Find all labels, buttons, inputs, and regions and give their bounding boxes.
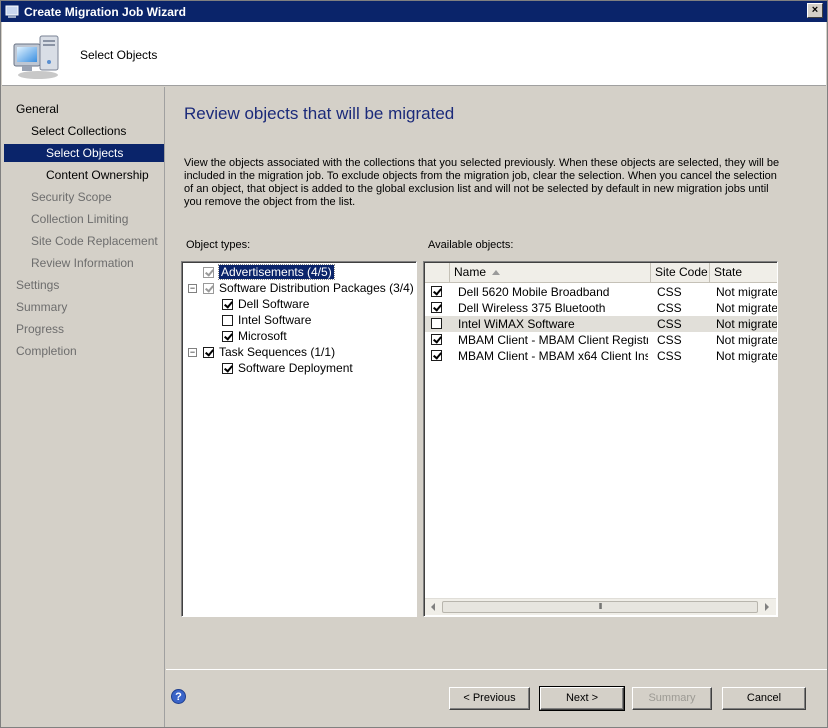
footer-divider: [166, 669, 827, 670]
table-row[interactable]: MBAM Client - MBAM Client Registry Updat…: [425, 332, 778, 348]
table-row[interactable]: Dell Wireless 375 Bluetooth CSS Not migr…: [425, 300, 778, 316]
sidebar-item-security-scope: Security Scope: [31, 190, 112, 204]
cell-name: Intel WiMAX Software: [458, 317, 575, 331]
object-types-tree[interactable]: Advertisements (4/5) − Software Distribu…: [181, 261, 417, 617]
cell-state: Not migrated: [716, 301, 778, 315]
row-checkbox[interactable]: [431, 334, 442, 345]
cell-state: Not migrated: [716, 333, 778, 347]
tree-checkbox[interactable]: [203, 266, 214, 278]
tree-node-advertisements[interactable]: Advertisements (4/5): [203, 264, 335, 280]
row-checkbox[interactable]: [431, 350, 442, 361]
tree-checkbox[interactable]: [222, 314, 233, 326]
sidebar-item-site-code-replacement: Site Code Replacement: [31, 234, 158, 248]
cell-name: MBAM Client - MBAM x64 Client Install: [458, 349, 648, 363]
next-button[interactable]: Next >: [539, 686, 625, 711]
close-button[interactable]: ×: [807, 3, 823, 18]
tree-node-software-distribution-packages[interactable]: − Software Distribution Packages (3/4): [188, 280, 414, 296]
close-icon: ×: [811, 4, 819, 16]
column-header-checkbox[interactable]: [425, 263, 450, 283]
collapse-icon[interactable]: −: [188, 283, 197, 293]
cell-site-code: CSS: [657, 333, 682, 347]
cell-state: Not migrated: [716, 285, 778, 299]
summary-button: Summary: [632, 687, 712, 710]
table-row[interactable]: Intel WiMAX Software CSS Not migrated: [425, 316, 778, 332]
column-header-site-code[interactable]: Site Code: [651, 263, 710, 283]
sidebar-item-progress: Progress: [16, 322, 65, 336]
wizard-window: Create Migration Job Wizard × Select Obj…: [0, 0, 828, 728]
tree-checkbox[interactable]: [222, 330, 233, 342]
table-row[interactable]: MBAM Client - MBAM x64 Client Install CS…: [425, 348, 778, 364]
sidebar-item-review-information: Review Information: [31, 256, 134, 270]
collapse-icon[interactable]: −: [188, 347, 197, 357]
row-checkbox[interactable]: [431, 318, 442, 329]
tree-node-label: Microsoft: [238, 329, 287, 343]
sidebar-item-summary: Summary: [16, 300, 68, 314]
object-types-label: Object types:: [186, 239, 251, 251]
cell-site-code: CSS: [657, 285, 682, 299]
tree-node-intel-software[interactable]: Intel Software: [222, 312, 311, 328]
column-header-state[interactable]: State: [710, 263, 777, 283]
tree-node-label: Dell Software: [238, 297, 310, 311]
scrollbar-thumb[interactable]: lll: [442, 601, 758, 613]
sidebar-item-completion: Completion: [16, 344, 77, 358]
table-row[interactable]: Dell 5620 Mobile Broadband CSS Not migra…: [425, 284, 778, 300]
page-title: Select Objects: [80, 48, 158, 62]
cell-site-code: CSS: [657, 301, 682, 315]
available-objects-label: Available objects:: [428, 239, 514, 251]
sidebar-item-general[interactable]: General: [16, 100, 59, 118]
horizontal-scrollbar[interactable]: lll: [425, 598, 776, 615]
wizard-sidebar: General Select Collections Select Object…: [2, 87, 165, 727]
help-icon[interactable]: ?: [171, 689, 186, 704]
scroll-right-icon[interactable]: [765, 603, 769, 611]
wizard-icon: [5, 5, 19, 18]
title-bar[interactable]: Create Migration Job Wizard ×: [1, 1, 827, 22]
window-title: Create Migration Job Wizard: [24, 4, 186, 19]
column-header-name[interactable]: Name: [450, 263, 651, 283]
tree-node-dell-software[interactable]: Dell Software: [222, 296, 309, 312]
cell-name: Dell Wireless 375 Bluetooth: [458, 301, 606, 315]
tree-node-label: Advertisements (4/5): [218, 264, 335, 280]
sidebar-item-select-collections[interactable]: Select Collections: [31, 122, 126, 140]
sidebar-item-collection-limiting: Collection Limiting: [31, 212, 129, 226]
description-text: View the objects associated with the col…: [184, 157, 780, 208]
sort-ascending-icon: [492, 270, 501, 276]
cell-name: MBAM Client - MBAM Client Registry Updat…: [458, 333, 648, 347]
sidebar-item-select-objects[interactable]: Select Objects: [4, 144, 164, 162]
cancel-button[interactable]: Cancel: [722, 687, 806, 710]
tree-checkbox[interactable]: [222, 298, 233, 310]
section-heading: Review objects that will be migrated: [184, 104, 455, 123]
tree-checkbox[interactable]: [222, 362, 233, 374]
row-checkbox[interactable]: [431, 302, 442, 313]
tree-node-task-sequences[interactable]: − Task Sequences (1/1): [188, 344, 335, 360]
available-objects-list[interactable]: Name Site Code State Dell 5620 Mobile Br…: [423, 261, 778, 617]
column-header-label: Name: [454, 265, 487, 279]
cell-site-code: CSS: [657, 317, 682, 331]
cell-state: Not migrated: [716, 317, 778, 331]
wizard-main: Review objects that will be migrated Vie…: [166, 87, 827, 727]
tree-node-microsoft[interactable]: Microsoft: [222, 328, 287, 344]
previous-button[interactable]: < Previous: [449, 687, 530, 710]
tree-node-label: Software Deployment: [238, 361, 353, 375]
tree-node-label: Task Sequences (1/1): [219, 345, 336, 359]
tree-checkbox[interactable]: [203, 346, 214, 358]
wizard-header: Select Objects: [2, 22, 826, 86]
sidebar-item-settings: Settings: [16, 278, 60, 292]
cell-name: Dell 5620 Mobile Broadband: [458, 285, 610, 299]
tree-node-software-deployment[interactable]: Software Deployment: [222, 360, 353, 376]
cell-site-code: CSS: [657, 349, 682, 363]
cell-state: Not migrated: [716, 349, 778, 363]
row-checkbox[interactable]: [431, 286, 442, 297]
computer-icon: [13, 35, 59, 79]
tree-node-label: Software Distribution Packages (3/4): [219, 281, 414, 295]
tree-checkbox[interactable]: [203, 282, 214, 294]
tree-node-label: Intel Software: [238, 313, 312, 327]
scroll-left-icon[interactable]: [431, 603, 435, 611]
sidebar-item-content-ownership[interactable]: Content Ownership: [46, 166, 149, 184]
